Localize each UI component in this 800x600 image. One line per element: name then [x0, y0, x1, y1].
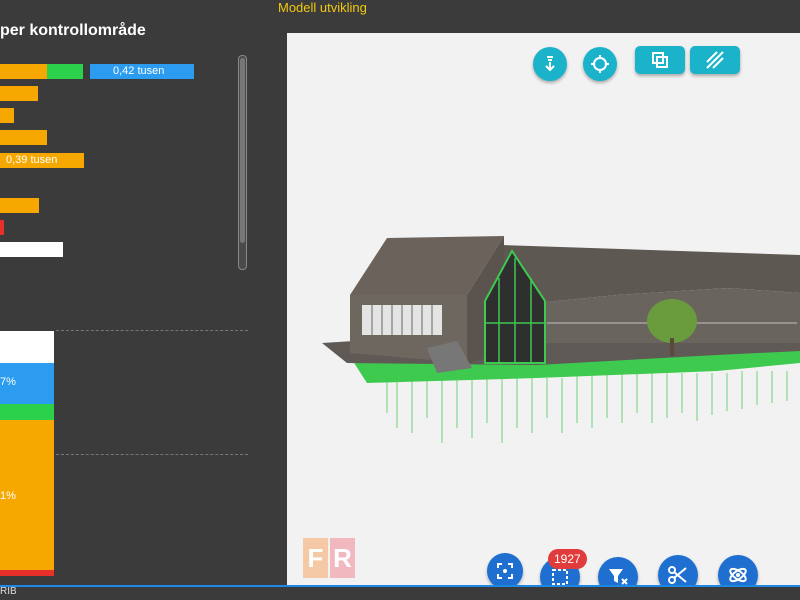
stack-segment-green[interactable]: [0, 404, 54, 420]
model-viewer[interactable]: 1927 F R: [287, 33, 800, 585]
gridline: [56, 330, 248, 331]
target-icon: [591, 55, 609, 73]
stack-segment-white[interactable]: [0, 331, 54, 363]
logo-letter-f: F: [303, 538, 328, 578]
selection-count-badge: 1927: [548, 549, 587, 569]
bar-row6[interactable]: [0, 198, 39, 213]
bar-row3[interactable]: [0, 108, 14, 123]
bar-row2[interactable]: [0, 86, 38, 101]
scrollbar-thumb[interactable]: [240, 58, 245, 243]
building-model[interactable]: [287, 33, 800, 585]
chart-title: per kontrollområde: [0, 22, 146, 39]
target-button[interactable]: [583, 47, 617, 81]
download-icon: [545, 56, 555, 72]
download-button[interactable]: [533, 47, 567, 81]
selection-icon: [552, 569, 568, 585]
bar-row4[interactable]: [0, 130, 47, 145]
bar-row1-orange[interactable]: [0, 64, 47, 79]
focus-icon: [497, 563, 513, 579]
top-bar: Modell utvikling: [0, 0, 800, 22]
stack-segment-red[interactable]: [0, 570, 54, 576]
hatch-button[interactable]: [690, 46, 740, 74]
focus-button[interactable]: [487, 553, 523, 585]
bar-row1-green[interactable]: [47, 64, 83, 79]
bottom-label: RIB: [0, 586, 17, 597]
page-title: Modell utvikling: [278, 0, 367, 15]
bar-row5-label: 0,39 tusen: [6, 154, 58, 166]
chart-scrollbar[interactable]: [238, 55, 247, 270]
copy-button[interactable]: [635, 46, 685, 74]
filter-clear-icon: [609, 569, 628, 585]
scissors-icon: [668, 566, 687, 584]
bar-row7[interactable]: [0, 220, 4, 235]
orbit-icon: [729, 567, 747, 583]
stack-label-orange: 1%: [0, 490, 16, 502]
bar-row1-label: 0,42 tusen: [113, 65, 165, 77]
bar-row8[interactable]: [0, 242, 63, 257]
hatch-icon: [706, 51, 724, 69]
gridline: [56, 454, 248, 455]
page-tab-indicator: [0, 585, 800, 587]
copy-icon: [652, 52, 668, 68]
fr-logo: F R: [303, 538, 357, 582]
stack-label-blue: 7%: [0, 376, 16, 388]
logo-letter-r: R: [330, 538, 355, 578]
